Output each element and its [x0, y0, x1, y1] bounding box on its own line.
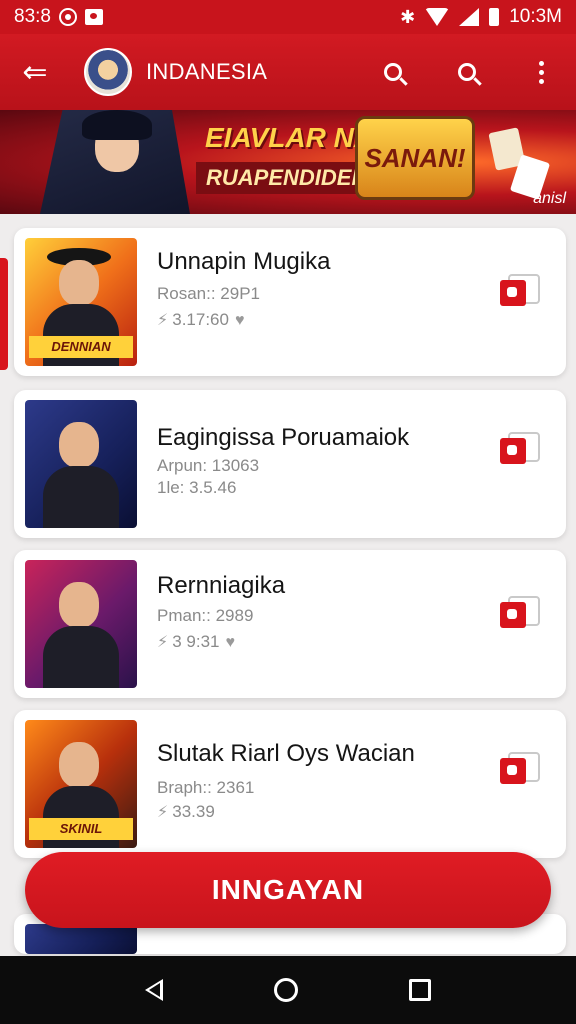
game-thumbnail: SKINIL [25, 720, 137, 848]
recents-icon[interactable] [408, 979, 431, 1001]
game-meta-primary: Pman:: 2989 [157, 606, 254, 625]
thumbnail-tag: DENNIAN [29, 336, 133, 358]
wifi-icon [425, 8, 450, 26]
app-logo [84, 48, 132, 96]
game-meta-secondary: ⚡ 33.39 [157, 802, 215, 822]
game-thumbnail [25, 924, 137, 954]
system-nav-bar [0, 956, 576, 1024]
game-meta-primary: Braph:: 2361 [157, 778, 255, 797]
chat-icon [500, 602, 526, 628]
rank-icon: ⚡ [157, 312, 169, 329]
game-meta-primary: Arpun: 13063 [157, 456, 260, 475]
side-tab-indicator[interactable] [0, 258, 8, 370]
chat-button[interactable] [500, 752, 540, 788]
status-time-right: 10:3M [509, 6, 562, 27]
chat-button[interactable] [500, 432, 540, 468]
battery-icon [489, 8, 500, 26]
game-thumbnail [25, 400, 137, 528]
signal-icon [459, 8, 480, 26]
list-item[interactable]: DENNIAN Unnapin Mugika Rosan:: 29P1 ⚡ 3.1… [14, 228, 566, 376]
chat-icon [500, 438, 526, 464]
chat-icon [500, 758, 526, 784]
list-item[interactable]: Eagingissa Poruamaiok Arpun: 13063 1le: … [14, 390, 566, 538]
status-left: 83:8 [14, 6, 103, 28]
list-item[interactable]: SKINIL Slutak Riarl Oys Wacian Braph:: 2… [14, 710, 566, 858]
chat-button[interactable] [500, 596, 540, 632]
game-thumbnail: DENNIAN [25, 238, 137, 366]
search-icon [458, 63, 476, 81]
back-icon[interactable] [145, 979, 164, 1001]
menu-icon: ⇐ [22, 55, 48, 89]
image-icon [84, 9, 103, 25]
bluetooth-icon: ✱ [400, 6, 416, 27]
chat-button[interactable] [500, 274, 540, 310]
thumbnail-tag: SKINIL [29, 818, 133, 840]
heart-icon: ♥ [225, 634, 236, 651]
status-time-left: 83:8 [14, 6, 51, 27]
promo-banner[interactable]: EIAVLAR NAIS RUAPENDIDEN SANAN! anisl [0, 110, 576, 214]
chat-icon [500, 280, 526, 306]
status-bar: 83:8 ✱ 10:3M [0, 0, 576, 34]
game-meta-primary: Rosan:: 29P1 [157, 284, 261, 303]
search-button-secondary[interactable] [450, 55, 484, 89]
game-meta-secondary: ⚡ 3 9:31 ♥ [157, 632, 235, 652]
home-icon[interactable] [273, 978, 298, 1002]
banner-badge: SANAN! [355, 116, 475, 200]
game-meta-score: 3.17:60 [172, 310, 229, 329]
game-meta-score: 3 9:31 [172, 632, 220, 651]
banner-subline: RUAPENDIDEN [196, 162, 378, 194]
game-title: Rernniagika [157, 572, 286, 599]
more-vert-icon [538, 60, 544, 84]
game-meta-score: 33.39 [172, 802, 215, 821]
app-title: INDANESIA [146, 59, 268, 84]
game-title: Slutak Riarl Oys Wacian [157, 740, 415, 767]
list-item[interactable]: Rernniagika Pman:: 2989 ⚡ 3 9:31 ♥ [14, 550, 566, 698]
rank-icon: ⚡ [157, 804, 169, 821]
camera-icon [58, 8, 77, 26]
banner-signature: anisl [533, 190, 566, 207]
game-title: Unnapin Mugika [157, 248, 331, 275]
banner-hero-art [40, 110, 190, 214]
game-meta-secondary: ⚡ 3.17:60 ♥ [157, 310, 244, 330]
game-title: Eagingissa Poruamaiok [157, 424, 410, 451]
menu-button[interactable]: ⇐ [18, 55, 52, 89]
app-bar: ⇐ INDANESIA [0, 34, 576, 110]
search-icon [384, 63, 402, 81]
status-right: ✱ 10:3M [400, 6, 562, 28]
search-button[interactable] [376, 55, 410, 89]
heart-icon: ♥ [234, 312, 245, 329]
app-root: 83:8 ✱ 10:3M ⇐ INDANESIA EIAVLAR NAIS RU… [0, 0, 576, 1024]
game-meta-secondary: 1le: 3.5.46 [157, 478, 237, 497]
game-thumbnail [25, 560, 137, 688]
rank-icon: ⚡ [157, 634, 169, 651]
app-bar-actions [376, 55, 558, 89]
primary-action-button[interactable]: INNGAYAN [25, 852, 551, 928]
more-options-button[interactable] [524, 55, 558, 89]
